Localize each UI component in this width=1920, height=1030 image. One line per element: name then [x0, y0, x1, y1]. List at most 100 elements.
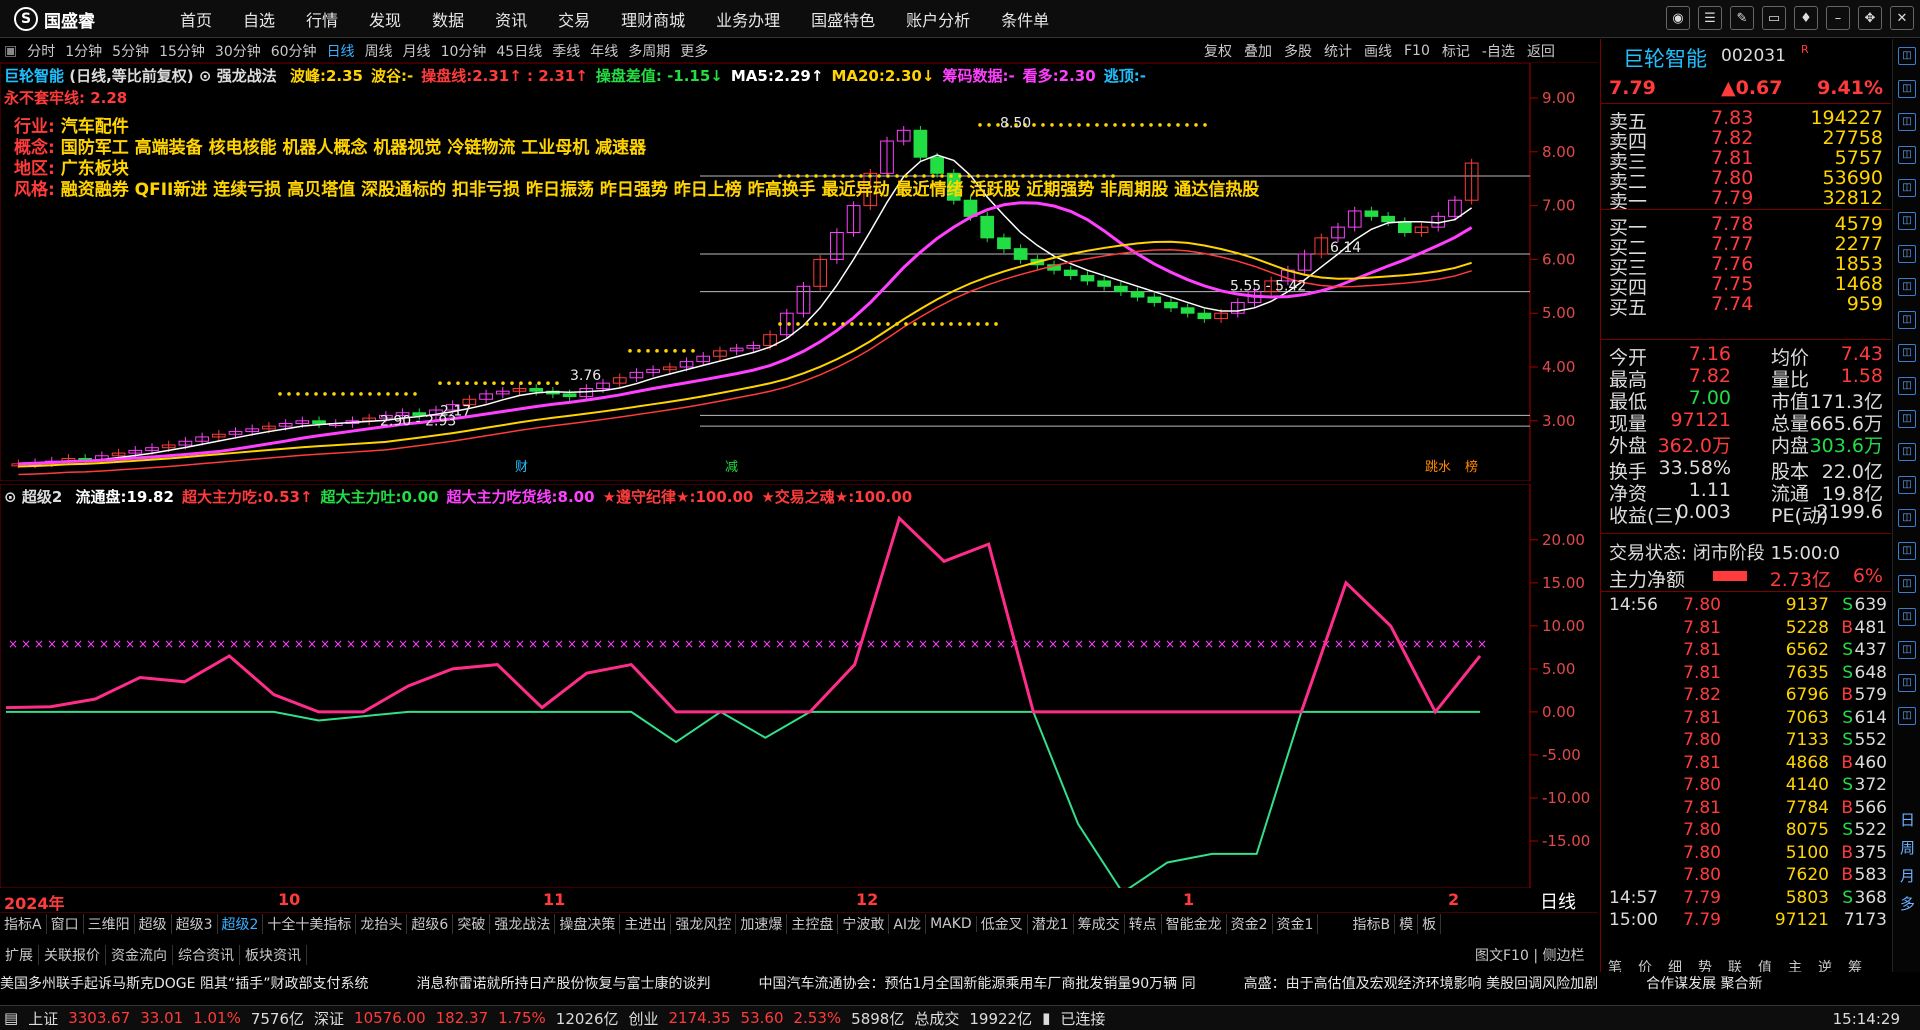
- dropdown-icon[interactable]: ⊙: [199, 67, 212, 85]
- trend-icon[interactable]: ◫: [1898, 212, 1916, 230]
- move-icon[interactable]: ◫: [1898, 443, 1916, 461]
- period-tab[interactable]: 5分钟: [112, 41, 149, 61]
- cy-label[interactable]: 创业: [629, 1008, 659, 1029]
- maximize-icon[interactable]: ✥: [1858, 6, 1882, 30]
- side-period-label[interactable]: 月: [1900, 865, 1915, 886]
- indicator-tab[interactable]: 筹成交: [1074, 913, 1125, 934]
- extension-tab[interactable]: 扩展: [0, 945, 39, 965]
- note-icon[interactable]: ◫: [1898, 377, 1916, 395]
- toolbar-button[interactable]: 画线: [1364, 41, 1392, 61]
- indicator-tab-right[interactable]: 板: [1418, 913, 1442, 934]
- expand-icon[interactable]: ◫: [1898, 47, 1916, 65]
- toolbar-button[interactable]: F10: [1404, 43, 1430, 59]
- chart-icon[interactable]: ◫: [1898, 146, 1916, 164]
- menu-item[interactable]: 条件单: [1001, 7, 1049, 31]
- menu-item[interactable]: 发现: [369, 7, 401, 31]
- grid-icon[interactable]: ◫: [1898, 278, 1916, 296]
- menu-item[interactable]: 交易: [558, 7, 590, 31]
- period-tab[interactable]: 月线: [403, 41, 431, 61]
- sz-label[interactable]: 深证: [314, 1008, 344, 1029]
- hand-icon[interactable]: ◫: [1898, 608, 1916, 626]
- minimize-icon[interactable]: –: [1826, 6, 1850, 30]
- indicator-tab[interactable]: 主进出: [620, 913, 672, 934]
- extension-tab[interactable]: 综合资讯: [173, 945, 240, 965]
- period-tab[interactable]: 多周期: [628, 41, 670, 61]
- up-icon[interactable]: ◫: [1898, 80, 1916, 98]
- fund-icon[interactable]: ◫: [1898, 641, 1916, 659]
- tools-icon[interactable]: ✎: [1730, 6, 1754, 30]
- menu-item[interactable]: 国盛特色: [811, 7, 875, 31]
- period-tab[interactable]: 更多: [680, 41, 708, 61]
- side-period-label[interactable]: 周: [1900, 837, 1915, 858]
- toolbar-button[interactable]: 统计: [1324, 41, 1352, 61]
- indicator-tab[interactable]: MAKD: [926, 915, 977, 932]
- period-tab[interactable]: 1分钟: [65, 41, 102, 61]
- chart-marker[interactable]: 减: [725, 460, 738, 475]
- indicator-chart[interactable]: 20.00 15.00 10.00 5.00 0.00 -5.00 -10.00 -15.00…: [0, 484, 1598, 912]
- news-item[interactable]: 中国汽车流通协会：预估1月全国新能源乘用车厂商批发销量90万辆 同: [758, 973, 1195, 993]
- menu-item[interactable]: 理财商城: [621, 7, 685, 31]
- sh-label[interactable]: 上证: [28, 1008, 58, 1029]
- period-tab[interactable]: 日线: [327, 41, 355, 61]
- kline-chart[interactable]: 9.00 8.00 7.00 6.00 5.00 4.00 3.00 8.50 6.14 5.55…: [0, 63, 1598, 481]
- tab-f10[interactable]: 图文F10: [1475, 948, 1529, 964]
- screen-icon[interactable]: ▭: [1762, 6, 1786, 30]
- close-icon[interactable]: ✕: [1890, 6, 1914, 30]
- indicator-tab[interactable]: 潜龙1: [1028, 913, 1074, 934]
- indicator-tab-right[interactable]: 模: [1395, 913, 1419, 934]
- menu-item[interactable]: 资讯: [495, 7, 527, 31]
- indicator-tab[interactable]: 超级: [135, 913, 172, 934]
- period-tab[interactable]: 30分钟: [215, 41, 261, 61]
- chart-marker[interactable]: 财: [515, 460, 528, 475]
- menu-item[interactable]: 自选: [243, 7, 275, 31]
- toolbar-button[interactable]: 叠加: [1244, 41, 1272, 61]
- collapse-icon[interactable]: ▣: [4, 43, 17, 59]
- news-item[interactable]: 消息称雷诺就所持日产股份恢复与富士康的谈判: [416, 973, 710, 993]
- indicator-tab[interactable]: 超级3: [172, 913, 218, 934]
- pen-icon[interactable]: ◫: [1898, 509, 1916, 527]
- pin-icon[interactable]: ◫: [1898, 575, 1916, 593]
- list-icon[interactable]: ◫: [1898, 113, 1916, 131]
- extension-tab[interactable]: 资金流向: [106, 945, 173, 965]
- collapse-icon[interactable]: ⊙: [4, 488, 17, 506]
- app-logo[interactable]: S 国盛睿: [14, 6, 95, 32]
- indicator-tab[interactable]: 低金叉: [977, 913, 1028, 934]
- toolbar-button[interactable]: 复权: [1204, 41, 1232, 61]
- indicator-tab-right[interactable]: 指标B: [1348, 913, 1396, 934]
- period-tab[interactable]: 60分钟: [271, 41, 317, 61]
- news-item[interactable]: 美国多州联手起诉马斯克DOGE 阻其“插手”财政部支付系统: [0, 973, 368, 993]
- menu-item[interactable]: 业务办理: [716, 7, 780, 31]
- tab-sidebar[interactable]: 侧边栏: [1543, 948, 1585, 964]
- toolbar-button[interactable]: 返回: [1527, 41, 1555, 61]
- rank-icon[interactable]: ◫: [1898, 344, 1916, 362]
- money-icon[interactable]: ◫: [1898, 311, 1916, 329]
- extension-tab[interactable]: 板块资讯: [240, 945, 307, 965]
- indicator-tab[interactable]: 强龙战法: [490, 913, 556, 934]
- stock-icon[interactable]: ◫: [1898, 245, 1916, 263]
- settings-icon[interactable]: ☰: [1698, 6, 1722, 30]
- menu-icon[interactable]: ▤: [4, 1009, 18, 1027]
- indicator-tab[interactable]: 加速爆: [736, 913, 788, 934]
- signal-icon[interactable]: ◫: [1898, 410, 1916, 428]
- indicator-tab[interactable]: 突破: [453, 913, 491, 934]
- indicator-tab[interactable]: 龙抬头: [356, 913, 408, 934]
- shirt-icon[interactable]: ♦: [1794, 6, 1818, 30]
- extension-tab[interactable]: 关联报价: [39, 945, 106, 965]
- indicator-tab[interactable]: 资金1: [1273, 913, 1319, 934]
- bar-icon[interactable]: ◫: [1898, 179, 1916, 197]
- indicator-tab[interactable]: 指标A: [0, 913, 47, 934]
- period-tab[interactable]: 年线: [590, 41, 618, 61]
- toolbar-button[interactable]: 标记: [1442, 41, 1470, 61]
- chart-marker[interactable]: 跳水: [1425, 460, 1451, 475]
- indicator-tab[interactable]: 强龙风控: [671, 913, 737, 934]
- news-item[interactable]: 高盛：由于高估值及宏观经济环境影响 美股回调风险加剧: [1244, 973, 1598, 993]
- app-icon[interactable]: ◫: [1898, 707, 1916, 725]
- period-tab[interactable]: 45日线: [496, 41, 542, 61]
- news-item[interactable]: 合作谋发展 聚合新: [1646, 973, 1762, 993]
- chart-marker[interactable]: 榜: [1465, 459, 1478, 475]
- indicator-tab[interactable]: 操盘决策: [555, 913, 621, 934]
- indicator-tab[interactable]: 窗口: [47, 913, 84, 934]
- plus-icon[interactable]: ◫: [1898, 542, 1916, 560]
- indicator-tab[interactable]: 资金2: [1227, 913, 1273, 934]
- period-tab[interactable]: 分时: [27, 41, 55, 61]
